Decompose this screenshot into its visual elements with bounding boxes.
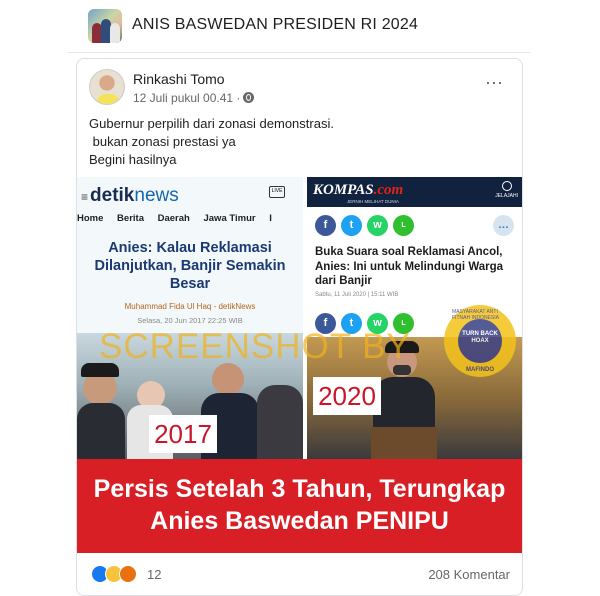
kompas-headline: Buka Suara soal Reklamasi Ancol, Anies: … <box>315 246 504 287</box>
watermark: SCREENSHOT BY <box>99 327 411 366</box>
detik-author: Muhammad Fida Ul Haq - detikNews <box>124 302 256 311</box>
author-avatar[interactable] <box>89 69 125 105</box>
timestamp-text[interactable]: 12 Juli pukul 00.41 · <box>133 91 240 105</box>
detik-date: Selasa, 20 Jun 2017 22:25 WIB <box>137 316 243 325</box>
kompas-bar: KOMPAS.com JERNIH MELIHAT DUNIA JELAJAHI <box>307 177 522 207</box>
detik-nav: Home Berita Daerah Jawa Timur I <box>77 213 303 224</box>
turn-back-hoax-badge: TURN BACK HOAX <box>458 319 502 363</box>
comment-icon: … <box>493 215 514 236</box>
globe-icon <box>243 92 255 103</box>
live-tv-icon: LIVE <box>269 186 285 198</box>
year-2017: 2017 <box>149 415 217 453</box>
whatsapp-icon: w <box>367 215 388 236</box>
banner-text: Persis Setelah 3 Tahun, Terungkap Anies … <box>93 475 506 535</box>
nav-item: Daerah <box>157 213 190 224</box>
mafindo-stamp: MASYARAKAT ANTI FITNAH INDONESIA MAFINDO… <box>444 305 516 377</box>
nav-item: Home <box>77 213 104 224</box>
kompas-logo: KOMPAS.com <box>313 182 404 198</box>
detik-screenshot: ≡ detiknews LIVE Home Berita Daerah Jawa … <box>77 177 303 459</box>
reaction-count[interactable]: 12 <box>147 567 161 582</box>
detik-headline: Anies: Kalau Reklamasi Dilanjutkan, Banj… <box>94 240 286 292</box>
nav-item: I <box>269 213 272 224</box>
angry-icon <box>119 565 137 583</box>
author-name[interactable]: Rinkashi Tomo <box>133 71 225 87</box>
group-header: ANIS BASWEDAN PRESIDEN RI 2024 <box>68 0 530 53</box>
nav-item: Jawa Timur <box>203 213 256 224</box>
search-icon <box>501 181 512 191</box>
kompas-date: Sabtu, 11 Juli 2020 | 15:11 WIB <box>315 292 399 298</box>
twitter-icon: t <box>341 215 362 236</box>
post-card: Rinkashi Tomo 12 Juli pukul 00.41 · ⋯ Gu… <box>76 58 523 596</box>
nav-item: Berita <box>117 213 144 224</box>
post-image[interactable]: ≡ detiknews LIVE Home Berita Daerah Jawa … <box>77 177 522 553</box>
post-text: Gubernur perpilih dari zonasi demonstras… <box>89 116 334 167</box>
post-timestamp[interactable]: 12 Juli pukul 00.41 · <box>133 91 255 105</box>
detik-logo: ≡ detiknews <box>81 185 179 206</box>
group-avatar[interactable] <box>88 9 122 43</box>
line-icon: L <box>393 215 414 236</box>
group-title[interactable]: ANIS BASWEDAN PRESIDEN RI 2024 <box>132 16 418 34</box>
more-options-icon[interactable]: ⋯ <box>485 73 504 94</box>
headline-banner: Persis Setelah 3 Tahun, Terungkap Anies … <box>77 459 522 553</box>
jelajahi-menu: JELAJAHI <box>495 181 518 199</box>
comments-count[interactable]: 208 Komentar <box>428 567 510 582</box>
year-2020: 2020 <box>313 377 381 415</box>
kompas-tagline: JERNIH MELIHAT DUNIA <box>347 199 399 204</box>
facebook-icon: f <box>315 215 336 236</box>
share-row-top: f t w L … <box>315 215 515 237</box>
